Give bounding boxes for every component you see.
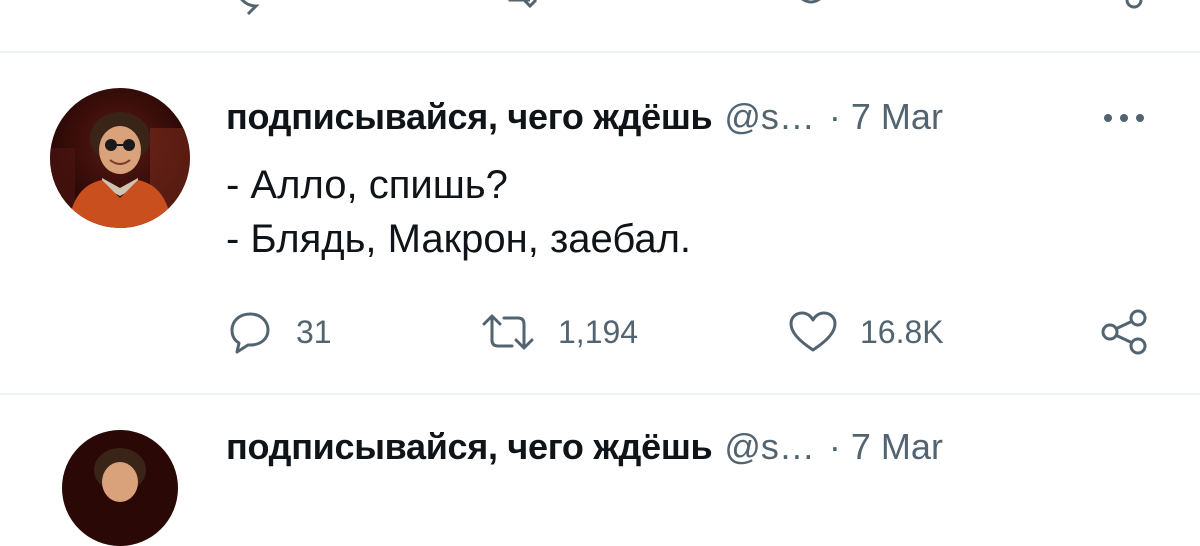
share-button[interactable] — [1100, 308, 1150, 356]
tweet-text-line: - Алло, спишь? — [226, 163, 508, 207]
display-name[interactable]: подписывайся, чего ждёшь — [226, 96, 713, 138]
tweet-divider — [0, 51, 1200, 53]
retweet-button[interactable]: 1,194 — [480, 308, 638, 356]
reply-icon[interactable] — [230, 0, 270, 18]
like-count: 15 — [860, 0, 898, 1]
tweet-text: - Алло, спишь? - Блядь, Макрон, заебал. — [226, 158, 691, 266]
reply-count: 31 — [296, 313, 332, 350]
retweet-icon — [480, 310, 536, 354]
like-icon — [788, 310, 838, 354]
more-options-icon[interactable] — [1100, 110, 1148, 126]
tweet-date[interactable]: 7 Mar — [851, 96, 943, 138]
separator-dot: · — [828, 96, 841, 137]
tweet-header: подписывайся, чего ждёшь @s… · 7 Mar — [226, 96, 943, 144]
previous-tweet-actions: 15 — [0, 0, 1200, 16]
reply-button[interactable]: 31 — [228, 308, 332, 356]
share-icon[interactable] — [1122, 0, 1146, 14]
handle[interactable]: @s… — [724, 96, 815, 138]
like-count: 16.8K — [860, 313, 944, 350]
avatar[interactable] — [50, 88, 190, 228]
display-name[interactable]: подписывайся, чего ждёшь — [226, 426, 713, 468]
handle[interactable]: @s… — [724, 426, 815, 468]
share-icon — [1100, 308, 1150, 356]
retweet-icon[interactable] — [506, 0, 552, 14]
tweet-header: подписывайся, чего ждёшь @s… · 7 Mar — [226, 426, 943, 468]
tweet-date[interactable]: 7 Mar — [851, 426, 943, 468]
like-button[interactable]: 16.8K — [788, 308, 944, 356]
like-icon[interactable] — [788, 0, 834, 14]
tweet-divider — [0, 393, 1200, 395]
separator-dot: · — [828, 426, 841, 467]
tweet-actions: 31 1,194 16.8K — [0, 308, 1200, 356]
reply-icon — [228, 310, 272, 354]
retweet-count: 1,194 — [558, 313, 639, 350]
avatar[interactable] — [62, 430, 178, 546]
tweet-text-line: - Блядь, Макрон, заебал. — [226, 217, 692, 261]
